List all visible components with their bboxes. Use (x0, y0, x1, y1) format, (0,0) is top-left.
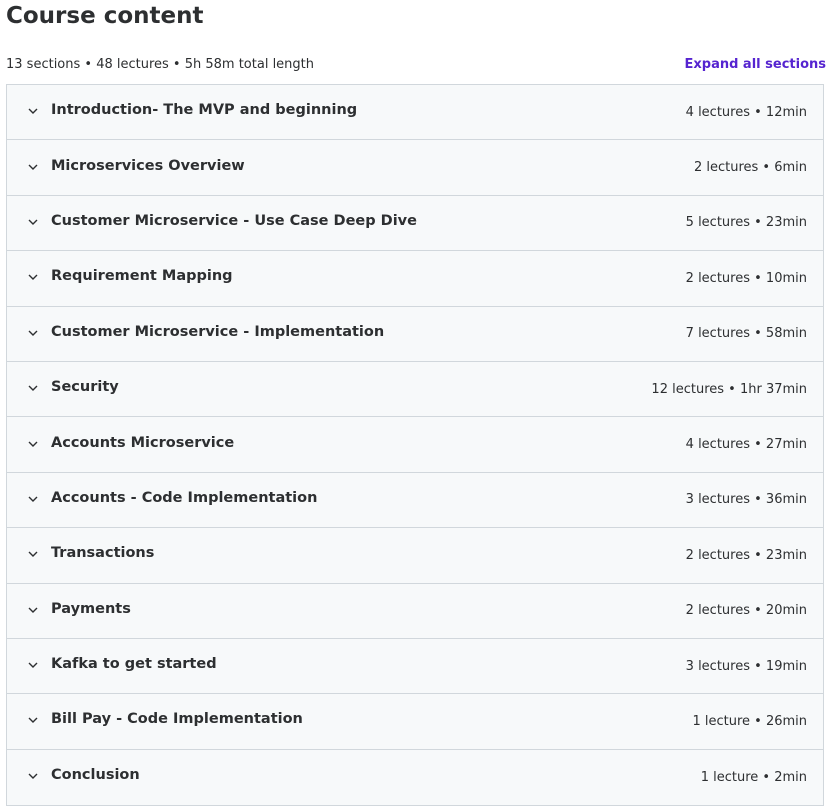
section-title: Introduction- The MVP and beginning (51, 102, 358, 119)
section-row[interactable]: Accounts - Code Implementation 3 lecture… (7, 472, 823, 529)
section-row[interactable]: Conclusion 1 lecture • 2min (7, 749, 823, 806)
chevron-down-icon[interactable] (25, 103, 41, 119)
chevron-down-icon[interactable] (25, 768, 41, 784)
chevron-down-icon[interactable] (25, 214, 41, 230)
chevron-down-icon[interactable] (25, 491, 41, 507)
course-content-panel: Course content 13 sections • 48 lectures… (0, 0, 832, 811)
section-title: Transactions (51, 545, 155, 562)
section-title: Accounts Microservice (51, 434, 235, 451)
section-meta: 12 lectures • 1hr 37min (651, 381, 807, 397)
chevron-down-icon[interactable] (25, 546, 41, 562)
section-list: Introduction- The MVP and beginning 4 le… (6, 84, 824, 807)
section-meta: 3 lectures • 36min (685, 492, 807, 508)
section-row[interactable]: Microservices Overview 2 lectures • 6min (7, 140, 823, 196)
course-summary-row: 13 sections • 48 lectures • 5h 58m total… (6, 54, 826, 74)
section-title: Conclusion (51, 767, 140, 784)
section-row[interactable]: Transactions 2 lectures • 23min (7, 528, 823, 584)
section-title: Customer Microservice - Implementation (51, 323, 385, 340)
section-meta: 2 lectures • 23min (685, 547, 807, 563)
section-row[interactable]: Payments 2 lectures • 20min (7, 583, 823, 639)
chevron-down-icon[interactable] (25, 602, 41, 618)
chevron-down-icon[interactable] (25, 325, 41, 341)
chevron-down-icon[interactable] (25, 436, 41, 452)
section-title: Bill Pay - Code Implementation (51, 711, 303, 728)
section-meta: 2 lectures • 6min (693, 160, 807, 176)
section-row[interactable]: Customer Microservice - Implementation 7… (7, 306, 823, 362)
section-row[interactable]: Accounts Microservice 4 lectures • 27min (7, 417, 823, 473)
section-meta: 2 lectures • 10min (685, 270, 807, 286)
section-title: Payments (51, 600, 131, 617)
section-meta: 4 lectures • 27min (685, 437, 807, 453)
chevron-down-icon[interactable] (25, 159, 41, 175)
section-row[interactable]: Customer Microservice - Use Case Deep Di… (7, 195, 823, 252)
course-summary: 13 sections • 48 lectures • 5h 58m total… (6, 56, 315, 72)
section-title: Requirement Mapping (51, 268, 233, 285)
section-row[interactable]: Introduction- The MVP and beginning 4 le… (7, 85, 823, 141)
section-row[interactable]: Bill Pay - Code Implementation 1 lecture… (7, 694, 823, 750)
section-meta: 3 lectures • 19min (685, 658, 807, 674)
chevron-down-icon[interactable] (25, 269, 41, 285)
section-meta: 7 lectures • 58min (685, 326, 807, 342)
expand-all-sections-button[interactable]: Expand all sections (685, 57, 827, 72)
section-title: Security (51, 379, 119, 396)
section-row[interactable]: Kafka to get started 3 lectures • 19min (7, 638, 823, 695)
section-meta: 1 lecture • 2min (700, 769, 807, 785)
section-meta: 1 lecture • 26min (692, 713, 807, 729)
page-title: Course content (6, 3, 204, 29)
section-row[interactable]: Security 12 lectures • 1hr 37min (7, 361, 823, 418)
section-title: Customer Microservice - Use Case Deep Di… (51, 212, 417, 229)
section-row[interactable]: Requirement Mapping 2 lectures • 10min (7, 251, 823, 307)
section-meta: 5 lectures • 23min (685, 215, 807, 231)
chevron-down-icon[interactable] (25, 657, 41, 673)
section-meta: 2 lectures • 20min (685, 603, 807, 619)
chevron-down-icon[interactable] (25, 712, 41, 728)
section-title: Accounts - Code Implementation (51, 489, 318, 506)
section-meta: 4 lectures • 12min (685, 104, 807, 120)
section-title: Microservices Overview (51, 157, 245, 174)
section-title: Kafka to get started (51, 656, 217, 673)
chevron-down-icon[interactable] (25, 380, 41, 396)
